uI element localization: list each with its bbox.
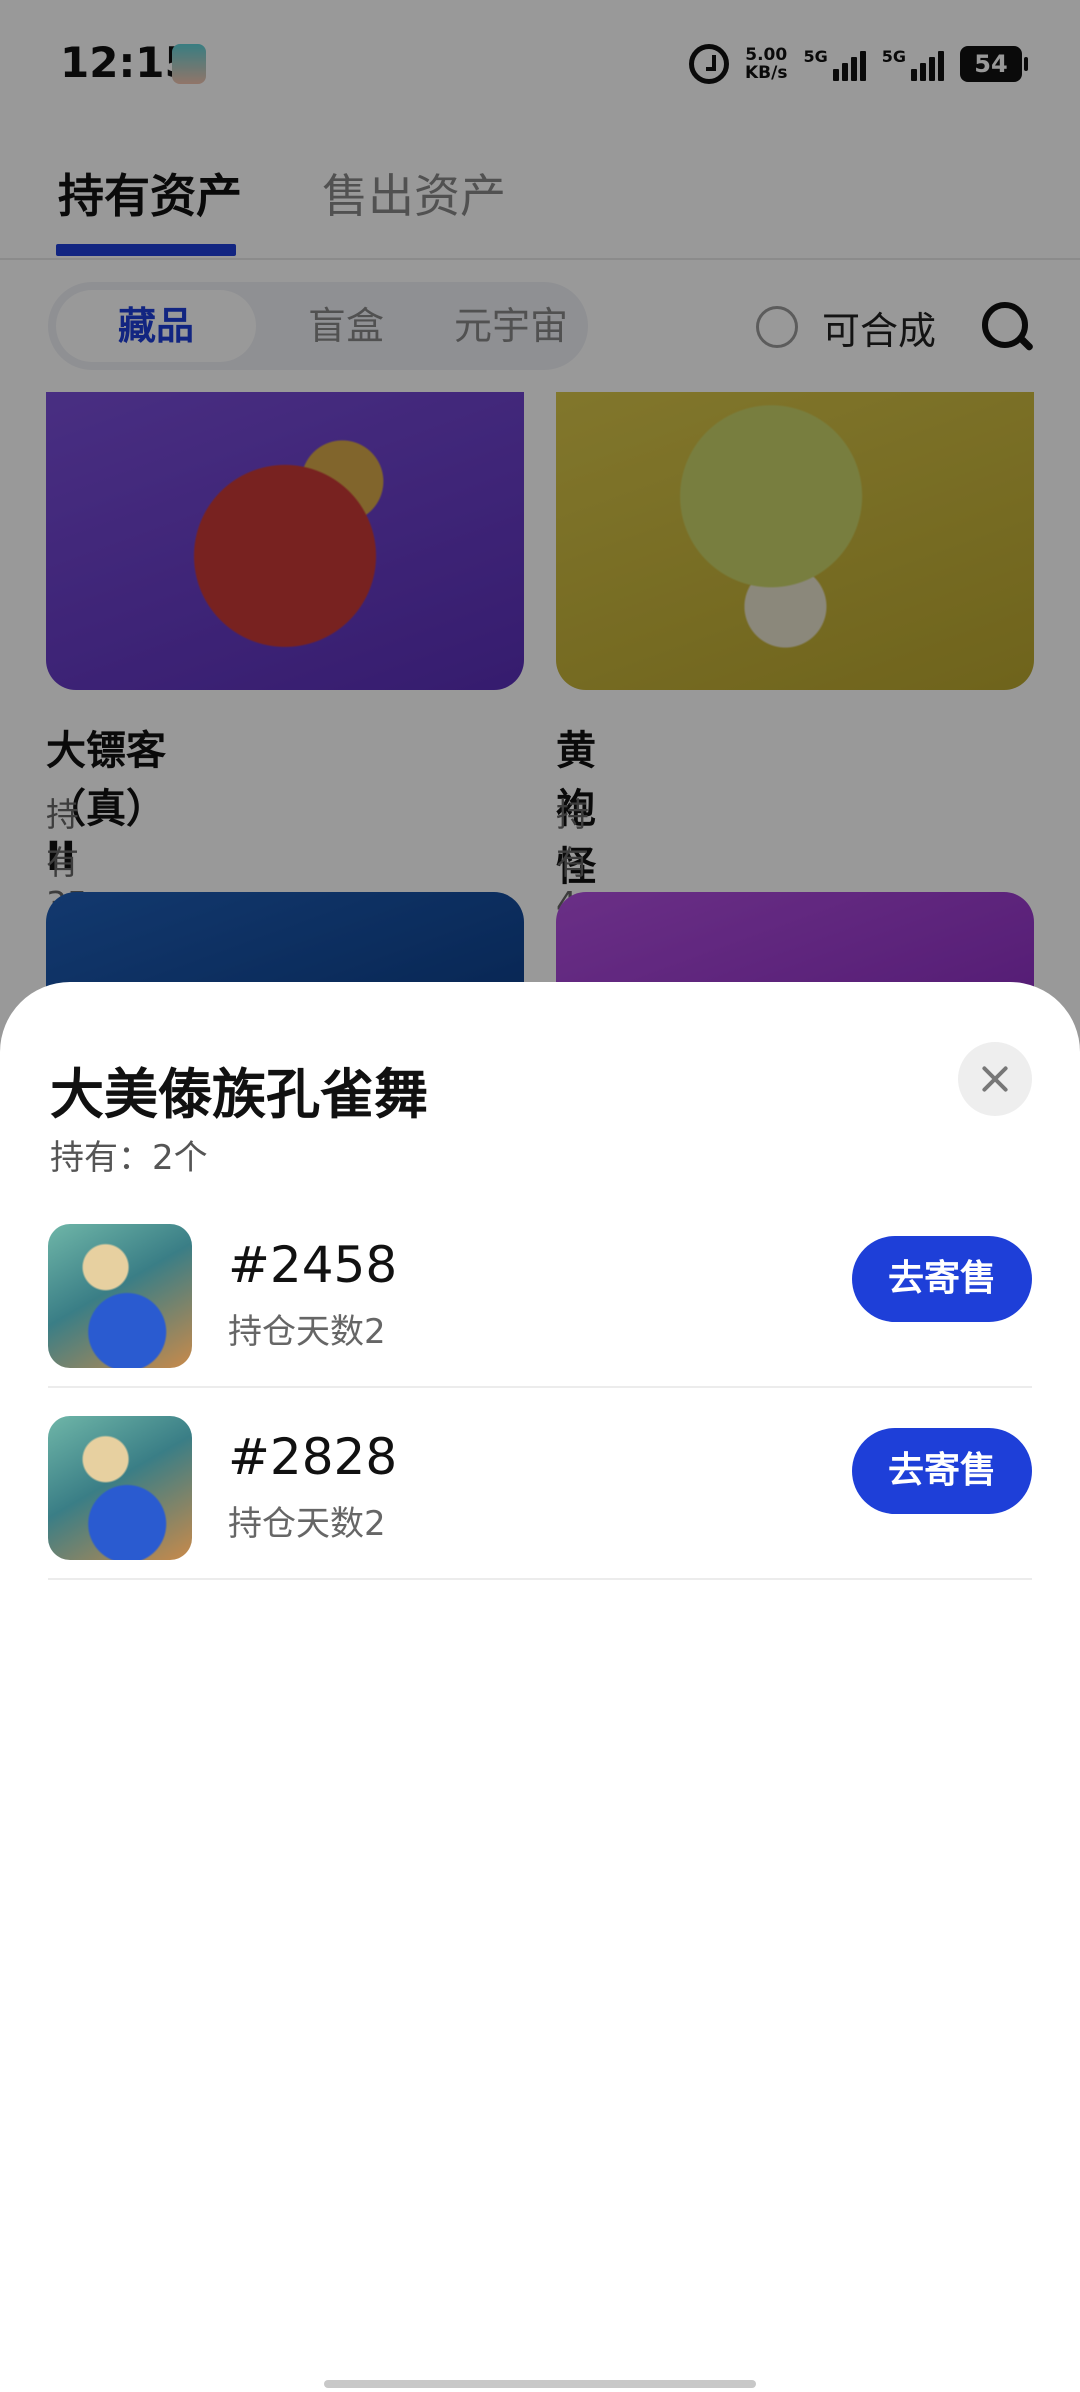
consign-button[interactable]: 去寄售: [852, 1428, 1032, 1514]
item-thumbnail: [48, 1416, 192, 1560]
item-hold-days: 持仓天数2: [228, 1504, 386, 1544]
holdings-bottom-sheet: 大美傣族孔雀舞 持有：2个 #2458 持仓天数2 去寄售 #2828 持仓天数…: [0, 982, 1080, 2392]
close-icon[interactable]: [958, 1042, 1032, 1116]
sheet-hold-count: 持有：2个: [50, 1138, 208, 1178]
sheet-title: 大美傣族孔雀舞: [50, 1063, 428, 1126]
item-number: #2828: [228, 1428, 398, 1486]
consign-button[interactable]: 去寄售: [852, 1236, 1032, 1322]
item-thumbnail: [48, 1224, 192, 1368]
list-item: #2458 持仓天数2 去寄售: [48, 1196, 1032, 1388]
item-hold-days: 持仓天数2: [228, 1312, 386, 1352]
home-indicator[interactable]: [324, 2380, 756, 2388]
list-item: #2828 持仓天数2 去寄售: [48, 1388, 1032, 1580]
item-number: #2458: [228, 1236, 398, 1294]
